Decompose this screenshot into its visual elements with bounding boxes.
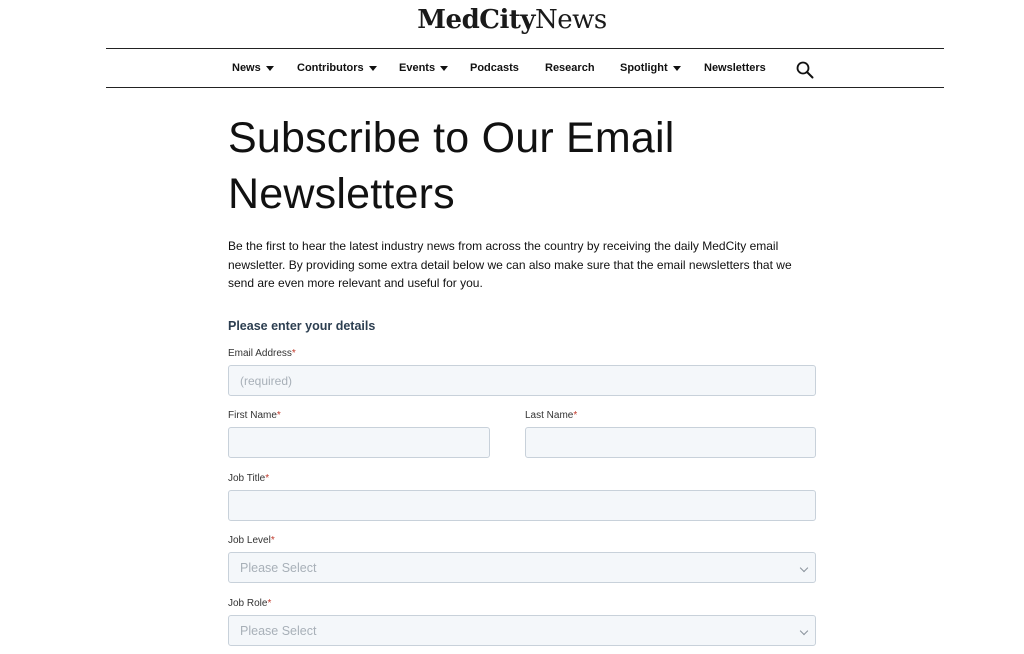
first-name-field[interactable]	[228, 427, 490, 458]
nav-item-label: Spotlight	[620, 62, 668, 74]
email-label-text: Email Address	[228, 348, 292, 359]
caret-down-icon	[672, 66, 681, 71]
nav-item-label: Newsletters	[704, 62, 766, 74]
nav-item-research[interactable]: Research	[545, 49, 595, 87]
caret-down-icon	[265, 66, 274, 71]
job-level-label-text: Job Level	[228, 535, 271, 546]
nav-item-label: Research	[545, 62, 595, 74]
required-mark: *	[265, 473, 270, 484]
job-role-select[interactable]: Please Select	[228, 615, 816, 646]
job-role-label-text: Job Role	[228, 598, 268, 609]
nav-item-podcasts[interactable]: Podcasts	[470, 49, 519, 87]
last-name-label-text: Last Name	[525, 410, 574, 421]
nav-item-label: Events	[399, 62, 436, 74]
first-name-label-text: First Name	[228, 410, 277, 421]
caret-down-icon	[368, 66, 377, 71]
nav-item-contributors[interactable]: Contributors	[297, 49, 377, 87]
nav-item-label: News	[232, 62, 261, 74]
job-level-selected: Please Select	[240, 560, 317, 575]
job-level-select[interactable]: Please Select	[228, 552, 816, 583]
chevron-down-icon	[799, 563, 809, 573]
required-mark: *	[276, 410, 281, 421]
job-title-field[interactable]	[228, 490, 816, 521]
last-name-field[interactable]	[525, 427, 816, 458]
job-title-label: Job Title*	[228, 473, 269, 484]
site-logo[interactable]: MedCityNews	[417, 5, 607, 35]
chevron-down-icon	[799, 626, 809, 636]
logo-text-news: News	[534, 5, 607, 35]
nav-item-label: Contributors	[297, 62, 364, 74]
nav-item-spotlight[interactable]: Spotlight	[620, 49, 681, 87]
caret-down-icon	[440, 66, 449, 71]
job-role-selected: Please Select	[240, 623, 317, 638]
required-mark: *	[267, 598, 272, 609]
last-name-label: Last Name*	[525, 410, 577, 421]
first-name-label: First Name*	[228, 410, 281, 421]
site-header: MedCityNews News Contributors Events Pod…	[0, 0, 1024, 88]
job-role-label: Job Role*	[228, 598, 271, 609]
search-icon[interactable]	[796, 61, 814, 79]
required-mark: *	[270, 535, 275, 546]
intro-text: Be the first to hear the latest industry…	[228, 239, 792, 290]
email-field[interactable]	[228, 365, 816, 396]
main-nav: News Contributors Events Podcasts Resear…	[106, 48, 944, 88]
email-label: Email Address*	[228, 348, 296, 359]
logo-text-medcity: MedCity	[417, 5, 535, 35]
nav-item-newsletters[interactable]: Newsletters	[704, 49, 766, 87]
form-section-title: Please enter your details	[228, 319, 376, 333]
job-title-label-text: Job Title	[228, 473, 266, 484]
nav-item-news[interactable]: News	[232, 49, 274, 87]
required-mark: *	[573, 410, 578, 421]
job-level-label: Job Level*	[228, 535, 275, 546]
logo-container: MedCityNews	[0, 0, 1024, 48]
nav-item-events[interactable]: Events	[399, 49, 449, 87]
required-mark: *	[291, 348, 296, 359]
main-content: Subscribe to Our Email Newsletters Be th…	[228, 110, 816, 646]
nav-item-label: Podcasts	[470, 62, 519, 74]
page-title: Subscribe to Our Email Newsletters	[228, 114, 675, 218]
